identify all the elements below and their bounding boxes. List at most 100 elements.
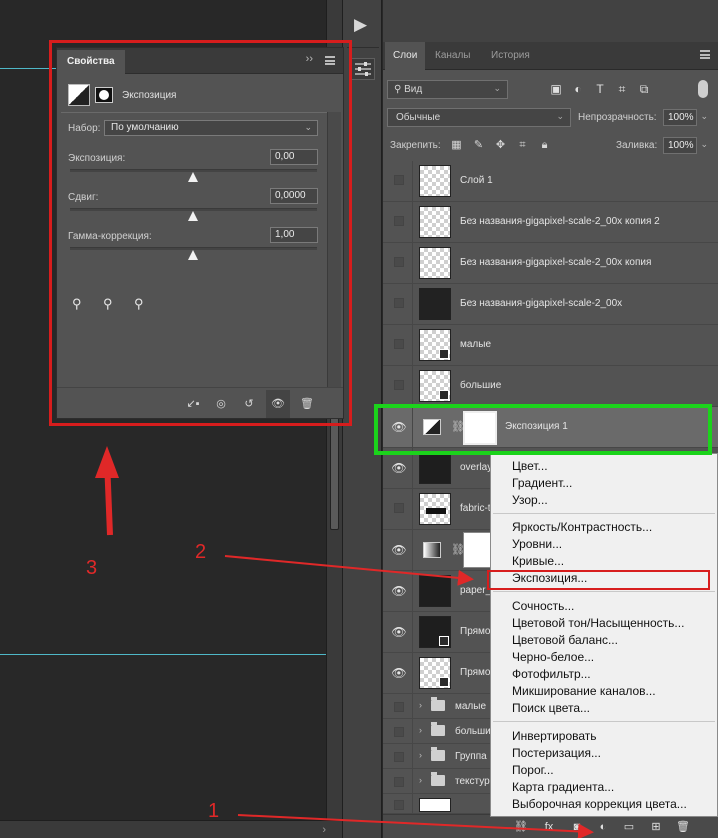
layer-row[interactable]: Слой 1 — [383, 161, 718, 202]
menu-item-posterize[interactable]: Постеризация... — [512, 745, 601, 762]
exposure-slider-handle[interactable] — [188, 172, 198, 182]
mask-icon[interactable]: ◙ — [569, 819, 585, 835]
panel-menu-icon[interactable] — [325, 56, 335, 65]
visibility-toggle[interactable] — [394, 257, 404, 267]
smart-object-filter-icon[interactable]: ⧉ — [637, 82, 651, 96]
menu-item-color[interactable]: Цвет... — [512, 458, 548, 475]
visibility-toggle[interactable] — [394, 800, 404, 810]
menu-item-color-balance[interactable]: Цветовой баланс... — [512, 632, 618, 649]
tab-history[interactable]: История — [483, 42, 538, 70]
filter-toggle[interactable] — [698, 80, 708, 98]
link-icon[interactable]: ⛓︎ — [513, 819, 529, 835]
gamma-slider-handle[interactable] — [188, 250, 198, 260]
fx-icon[interactable]: fx — [541, 819, 557, 835]
scroll-right-icon[interactable]: › — [322, 824, 326, 836]
collapse-icon[interactable]: ›› — [306, 53, 313, 65]
tab-channels[interactable]: Каналы — [427, 42, 479, 70]
menu-item-brightness-contrast[interactable]: Яркость/Контрастность... — [512, 519, 652, 536]
adjustments-panel-icon[interactable] — [351, 58, 375, 80]
menu-item-threshold[interactable]: Порог... — [512, 762, 554, 779]
chevron-right-icon[interactable]: › — [419, 775, 422, 785]
menu-item-gradient[interactable]: Градиент... — [512, 475, 572, 492]
lock-transparency-icon[interactable]: ▦ — [450, 139, 463, 152]
menu-item-hue-saturation[interactable]: Цветовой тон/Насыщенность... — [512, 615, 684, 632]
visibility-toggle[interactable] — [394, 380, 404, 390]
visibility-toggle[interactable] — [394, 702, 404, 712]
clip-to-layer-icon[interactable]: ↙▪ — [184, 396, 202, 412]
layer-filter-select[interactable]: ⚲ Вид ⌄ — [387, 80, 508, 99]
eye-icon[interactable]: 👁︎ — [391, 665, 407, 681]
visibility-toggle[interactable] — [394, 777, 404, 787]
chevron-right-icon[interactable]: › — [419, 700, 422, 710]
menu-item-exposure[interactable]: Экспозиция... — [512, 570, 587, 587]
layer-row[interactable]: Без названия-gigapixel-scale-2_00x копия… — [383, 202, 718, 243]
menu-item-pattern[interactable]: Узор... — [512, 492, 548, 509]
properties-scrollbar[interactable] — [327, 112, 341, 387]
layer-row[interactable]: Без названия-gigapixel-scale-2_00x — [383, 284, 718, 325]
menu-item-vibrance[interactable]: Сочность... — [512, 598, 574, 615]
blend-mode-select[interactable]: Обычные ⌄ — [387, 108, 571, 127]
visibility-toggle[interactable] — [394, 727, 404, 737]
eye-icon[interactable]: 👁︎ — [266, 390, 290, 418]
adjustment-filter-icon[interactable]: ◐ — [571, 82, 585, 96]
visibility-toggle[interactable] — [394, 503, 404, 513]
eyedropper-black-icon[interactable]: ⚲ — [72, 296, 86, 312]
view-previous-icon[interactable]: ◎ — [212, 396, 230, 412]
layer-mask-thumbnail[interactable] — [463, 411, 497, 445]
trash-icon[interactable]: 🗑︎ — [675, 819, 691, 835]
lock-artboard-icon[interactable]: ⌗ — [516, 139, 529, 152]
visibility-toggle[interactable] — [394, 298, 404, 308]
menu-item-channel-mixer[interactable]: Микширование каналов... — [512, 683, 656, 700]
layer-row[interactable]: большие — [383, 366, 718, 407]
lock-position-icon[interactable]: ✥ — [494, 139, 507, 152]
shape-filter-icon[interactable]: ⌗ — [615, 82, 629, 96]
visibility-toggle[interactable] — [394, 216, 404, 226]
layer-row-selected[interactable]: 👁︎ ⛓︎ Экспозиция 1 — [383, 407, 718, 448]
lock-brush-icon[interactable]: ✎ — [472, 139, 485, 152]
play-icon[interactable]: ▶ — [354, 15, 367, 35]
eyedropper-white-icon[interactable]: ⚲ — [134, 296, 148, 312]
type-filter-icon[interactable]: T — [593, 82, 607, 96]
menu-item-selective-color[interactable]: Выборочная коррекция цвета... — [512, 796, 687, 813]
layer-mask-thumbnail[interactable] — [463, 532, 493, 568]
tab-properties[interactable]: Свойства — [57, 50, 125, 74]
visibility-toggle[interactable] — [394, 339, 404, 349]
opacity-field[interactable]: 100% ⌄ — [663, 109, 708, 126]
lock-all-icon[interactable]: 🔒︎ — [538, 139, 551, 152]
tab-layers[interactable]: Слои — [385, 42, 426, 70]
menu-item-gradient-map[interactable]: Карта градиента... — [512, 779, 614, 796]
eye-icon[interactable]: 👁︎ — [391, 583, 407, 599]
layer-row[interactable]: малые — [383, 325, 718, 366]
menu-item-curves[interactable]: Кривые... — [512, 553, 564, 570]
exposure-input[interactable]: 0,00 — [270, 149, 318, 165]
menu-item-invert[interactable]: Инвертировать — [512, 728, 597, 745]
visibility-toggle[interactable] — [394, 175, 404, 185]
trash-icon[interactable]: 🗑︎ — [298, 396, 316, 412]
gamma-input[interactable]: 1,00 — [270, 227, 318, 243]
adjustment-icon[interactable]: ◐ — [595, 819, 611, 835]
offset-slider-handle[interactable] — [188, 211, 198, 221]
eye-icon[interactable]: 👁︎ — [391, 460, 407, 476]
pixel-filter-icon[interactable]: ▣ — [549, 82, 563, 96]
menu-item-levels[interactable]: Уровни... — [512, 536, 562, 553]
menu-item-color-lookup[interactable]: Поиск цвета... — [512, 700, 590, 717]
panel-menu-icon[interactable] — [700, 50, 710, 59]
menu-item-black-white[interactable]: Черно-белое... — [512, 649, 594, 666]
chevron-right-icon[interactable]: › — [419, 725, 422, 735]
layer-row[interactable]: Без названия-gigapixel-scale-2_00x копия — [383, 243, 718, 284]
horizontal-scrollbar[interactable]: › — [0, 820, 342, 838]
new-layer-icon[interactable]: ⊞ — [648, 819, 664, 835]
reset-icon[interactable]: ↺ — [240, 396, 258, 412]
menu-item-photo-filter[interactable]: Фотофильтр... — [512, 666, 591, 683]
offset-input[interactable]: 0,0000 — [270, 188, 318, 204]
eyedropper-gray-icon[interactable]: ⚲ — [103, 296, 117, 312]
eye-icon[interactable]: 👁︎ — [391, 419, 407, 435]
visibility-toggle[interactable] — [394, 752, 404, 762]
chevron-right-icon[interactable]: › — [419, 750, 422, 760]
mask-icon[interactable] — [95, 87, 113, 103]
folder-icon[interactable]: ▭ — [621, 819, 637, 835]
exposure-adjustment-icon[interactable] — [68, 84, 90, 106]
eye-icon[interactable]: 👁︎ — [391, 624, 407, 640]
preset-select[interactable]: По умолчанию ⌄ — [104, 120, 318, 136]
eye-icon[interactable]: 👁︎ — [391, 542, 407, 558]
